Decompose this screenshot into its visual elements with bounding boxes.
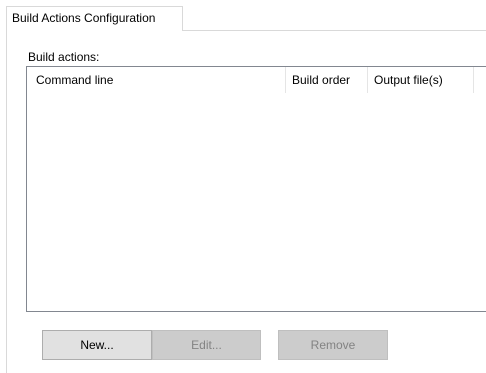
- tab-label: Build Actions Configuration: [12, 11, 156, 25]
- tab-strip-divider: [183, 30, 486, 31]
- column-header-build-order[interactable]: Build order: [286, 67, 368, 93]
- column-header-command-line[interactable]: Command line: [27, 67, 286, 93]
- build-actions-window: Build Actions Configuration Build action…: [0, 0, 486, 373]
- list-header: Command line Build order Output file(s): [27, 67, 486, 93]
- column-header-output-files[interactable]: Output file(s): [368, 67, 474, 93]
- tab-build-actions-configuration[interactable]: Build Actions Configuration: [6, 6, 183, 31]
- build-actions-list[interactable]: Command line Build order Output file(s): [26, 66, 486, 312]
- new-button[interactable]: New...: [42, 330, 152, 360]
- panel-border: [6, 30, 7, 373]
- remove-button[interactable]: Remove: [278, 330, 388, 360]
- build-actions-label: Build actions:: [28, 50, 100, 64]
- edit-button[interactable]: Edit...: [152, 330, 261, 360]
